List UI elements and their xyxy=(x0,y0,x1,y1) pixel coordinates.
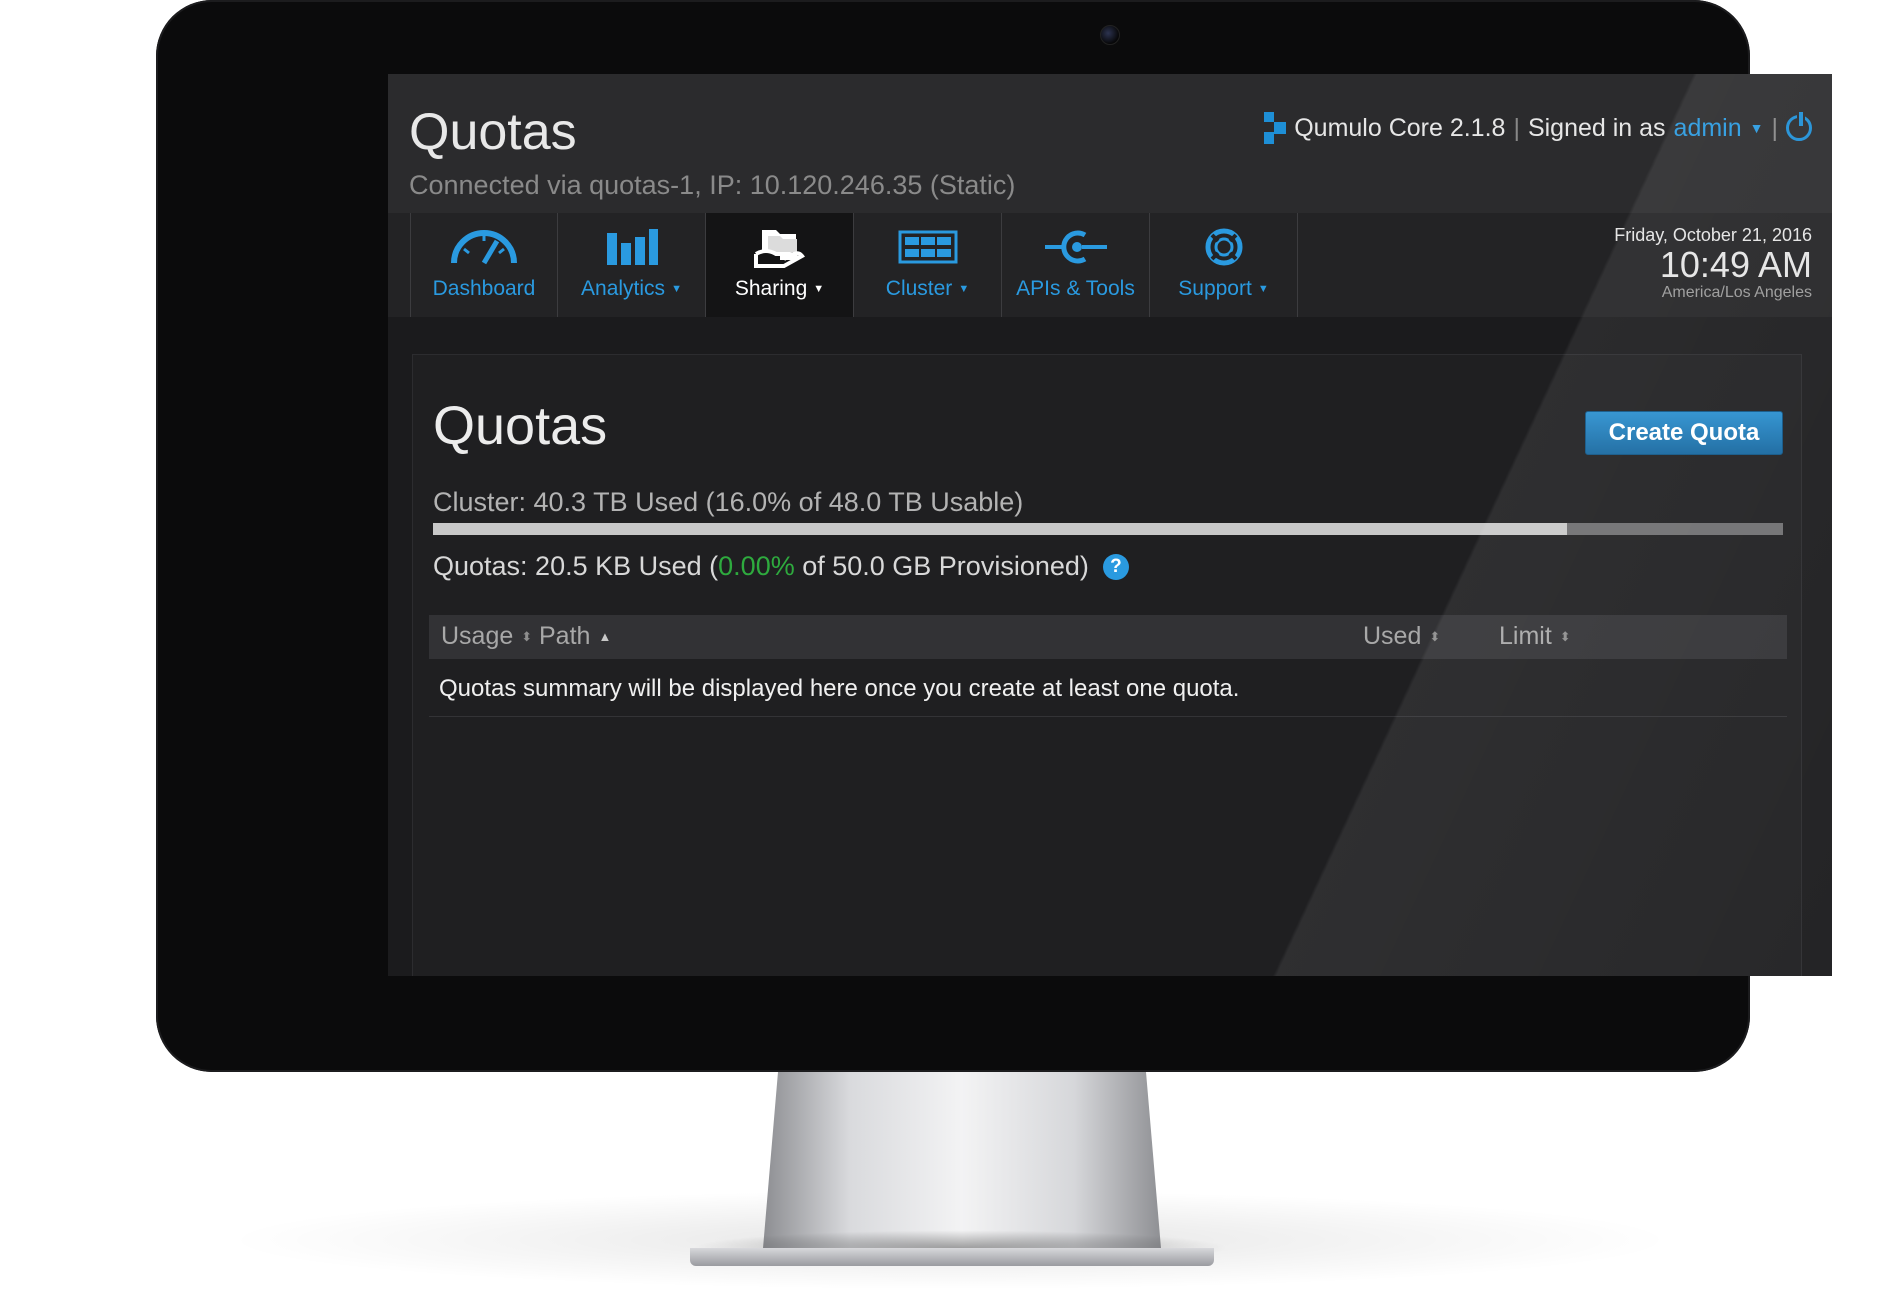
quotas-usage-suffix: of 50.0 GB Provisioned) xyxy=(794,551,1089,581)
table-empty-message: Quotas summary will be displayed here on… xyxy=(429,659,1787,717)
monitor-bezel: Quotas Connected via quotas-1, IP: 10.12… xyxy=(156,0,1832,1072)
api-plug-icon xyxy=(1041,225,1111,269)
chevron-down-icon: ▼ xyxy=(1257,283,1269,295)
nav-label-text: Analytics xyxy=(581,277,666,300)
signed-in-label: Signed in as xyxy=(1527,113,1666,142)
nav-item-label: Analytics ▼ xyxy=(581,277,682,301)
quotas-usage-text: Quotas: 20.5 KB Used ( 0.00% of 50.0 GB … xyxy=(433,551,1129,582)
clock: Friday, October 21, 2016 10:49 AM Americ… xyxy=(1614,225,1812,302)
qumulo-logo-icon xyxy=(1264,112,1287,144)
nav-item-support[interactable]: Support ▼ xyxy=(1150,213,1298,317)
nav-item-sharing[interactable]: Sharing ▼ xyxy=(706,213,854,317)
quotas-table-header: Usage ⬍ Path ▲ Used ⬍ Limit ⬍ xyxy=(429,615,1787,659)
nav-label-text: Support xyxy=(1178,277,1252,300)
column-used-label: Used xyxy=(1363,622,1422,650)
nav-label-text: Sharing xyxy=(734,277,808,300)
chevron-down-icon[interactable]: ▼ xyxy=(1750,120,1764,136)
folders-hand-icon xyxy=(745,225,815,269)
nav-item-label: Dashboard xyxy=(433,277,536,301)
column-usage[interactable]: Usage ⬍ xyxy=(441,622,532,651)
divider: | xyxy=(1513,113,1520,142)
column-path-label: Path xyxy=(539,622,591,650)
nav-item-label: Cluster ▼ xyxy=(886,277,969,301)
main-nav: Dashboard Analytics ▼ Sharing ▼ Cluster ▼ APIs … xyxy=(388,213,1832,317)
monitor-base xyxy=(690,1248,1214,1266)
quotas-usage-prefix: Quotas: 20.5 KB Used ( xyxy=(433,551,719,581)
page-title: Quotas xyxy=(433,396,608,456)
user-area: Qumulo Core 2.1.8 | Signed in as admin ▼… xyxy=(1264,112,1812,144)
quotas-panel: Quotas Create Quota Cluster: 40.3 TB Use… xyxy=(412,354,1802,976)
bar-chart-icon xyxy=(597,225,667,269)
column-usage-label: Usage xyxy=(441,622,514,650)
nav-label-text: Dashboard xyxy=(432,277,536,300)
power-icon[interactable] xyxy=(1786,112,1812,141)
lifebuoy-icon xyxy=(1189,225,1259,269)
nav-item-label: Support ▼ xyxy=(1178,277,1268,301)
chevron-down-icon: ▼ xyxy=(671,283,682,295)
column-path[interactable]: Path ▲ xyxy=(539,622,611,651)
chevron-down-icon: ▼ xyxy=(813,283,825,295)
divider: | xyxy=(1771,113,1779,142)
clock-date: Friday, October 21, 2016 xyxy=(1614,225,1812,245)
sort-icon: ⬍ xyxy=(521,628,533,644)
server-rack-icon xyxy=(893,225,963,269)
cluster-usage-bar-fill xyxy=(433,523,1567,535)
nav-item-cluster[interactable]: Cluster ▼ xyxy=(854,213,1002,317)
nav-item-analytics[interactable]: Analytics ▼ xyxy=(558,213,706,317)
sort-ascending-icon: ▲ xyxy=(598,629,612,644)
clock-timezone: America/Los Angeles xyxy=(1661,284,1812,301)
cluster-usage-bar xyxy=(433,523,1783,535)
product-version: Qumulo Core 2.1.8 xyxy=(1294,113,1506,142)
column-limit-label: Limit xyxy=(1499,622,1552,650)
sort-icon: ⬍ xyxy=(1429,628,1441,644)
nav-item-label: APIs & Tools xyxy=(1016,277,1135,301)
column-limit[interactable]: Limit ⬍ xyxy=(1499,622,1571,651)
help-icon[interactable]: ? xyxy=(1102,553,1129,580)
connection-info: Connected via quotas-1, IP: 10.120.246.3… xyxy=(409,170,1016,200)
header-page-title: Quotas xyxy=(409,103,577,161)
header-bar: Quotas Connected via quotas-1, IP: 10.12… xyxy=(388,74,1832,213)
chevron-down-icon: ▼ xyxy=(958,283,970,295)
speedometer-icon xyxy=(449,225,519,269)
nav-label-text: Cluster xyxy=(885,277,953,300)
nav-item-apis-tools[interactable]: APIs & Tools xyxy=(1002,213,1150,317)
cluster-usage-text: Cluster: 40.3 TB Used (16.0% of 48.0 TB … xyxy=(433,487,1024,517)
create-quota-button[interactable]: Create Quota xyxy=(1585,411,1783,455)
quotas-percent: 0.00% xyxy=(718,551,795,581)
user-menu[interactable]: admin xyxy=(1674,114,1742,143)
column-used[interactable]: Used ⬍ xyxy=(1363,622,1440,651)
nav-item-label: Sharing ▼ xyxy=(735,277,824,301)
webcam-icon xyxy=(1100,25,1120,45)
nav-label-text: APIs & Tools xyxy=(1016,277,1135,300)
nav-item-dashboard[interactable]: Dashboard xyxy=(410,213,558,317)
clock-time: 10:49 AM xyxy=(1659,244,1812,285)
sort-icon: ⬍ xyxy=(1559,628,1571,644)
app-screen: Quotas Connected via quotas-1, IP: 10.12… xyxy=(388,74,1832,976)
